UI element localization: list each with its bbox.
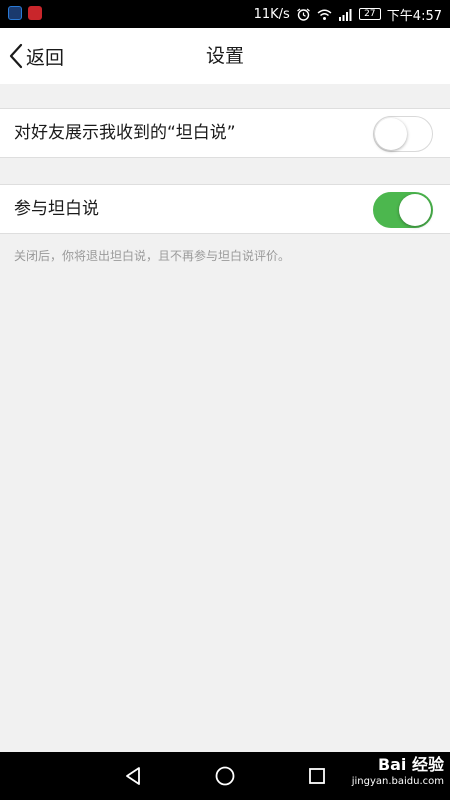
back-label: 返回 [26,46,65,69]
hint-text: 关闭后，你将退出坦白说，且不再参与坦白说评价。 [14,249,291,263]
status-notifications [8,6,42,20]
back-button[interactable]: 返回 [8,28,64,84]
notification-app-icon [28,6,42,20]
recents-square-icon[interactable] [305,764,329,788]
setting-participate: 参与坦白说 [0,184,450,234]
show-to-friends-toggle[interactable] [373,116,433,152]
page-title: 设置 [205,45,244,67]
network-speed: 11K/s [253,6,290,22]
status-time: 下午4:57 [386,8,442,24]
watermark-logo: Bai 经验 [377,755,444,774]
back-triangle-icon[interactable] [121,764,145,788]
participate-toggle[interactable] [373,192,433,228]
security-app-icon [8,6,22,20]
alarm-icon [296,8,310,21]
baidu-jingyan-watermark: Bai 经验 jingyan.baidu.com [352,755,444,789]
home-circle-icon[interactable] [213,764,237,788]
setting-label: 参与坦白说 [14,199,99,219]
setting-show-to-friends: 对好友展示我收到的“坦白说” [0,108,450,158]
status-indicators: 11K/s 27 下午4:57 [254,0,442,28]
chevron-left-icon [9,43,23,69]
watermark-url: jingyan.baidu.com [351,776,444,787]
signal-icon [338,8,352,21]
navigation-header: 设置 返回 [0,28,450,84]
battery-icon: 27 [358,8,381,20]
status-bar: 11K/s 27 下午4:57 [0,0,450,28]
toggle-knob [375,118,407,150]
setting-label: 对好友展示我收到的“坦白说” [14,123,236,143]
wifi-icon [317,9,332,20]
toggle-knob [399,194,431,226]
